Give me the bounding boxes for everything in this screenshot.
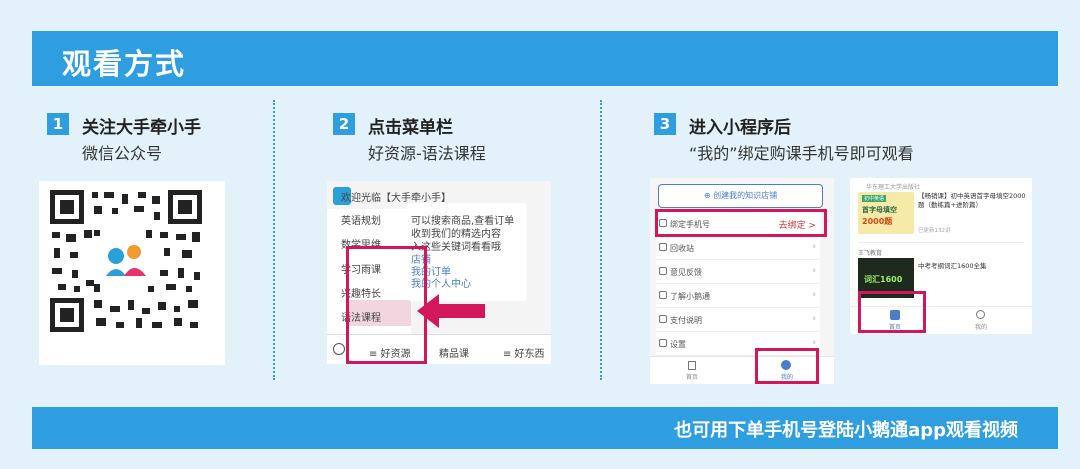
course-thumbnail[interactable]: 初中英语 首字母填空 2000题 bbox=[858, 192, 914, 234]
course-title[interactable]: 中考考纲词汇1600全集 bbox=[918, 260, 987, 270]
divider bbox=[273, 100, 275, 380]
step-title: 进入小程序后 bbox=[689, 118, 791, 138]
highlight-box bbox=[655, 209, 827, 237]
step-badge: 2 bbox=[333, 113, 355, 135]
info-icon bbox=[659, 291, 667, 299]
step-2: 2 点击菜单栏 好资源-语法课程 bbox=[333, 113, 593, 173]
step-subtitle: “我的”绑定购课手机号即可观看 bbox=[689, 144, 914, 163]
user-icon bbox=[976, 310, 985, 319]
tab-home[interactable]: 首页 bbox=[686, 372, 698, 381]
school-name: 华东理工大学出版社 bbox=[866, 184, 921, 191]
step-subtitle: 好资源-语法课程 bbox=[368, 144, 486, 163]
tab-good-things[interactable]: ≡ 好东西 bbox=[503, 345, 545, 360]
miniapp-course-screen: 华东理工大学出版社 初中英语 首字母填空 2000题 【畅销课】初中英语首字母填… bbox=[850, 178, 1032, 334]
arrow-left-icon bbox=[417, 294, 485, 328]
footer-banner: 也可用下单手机号登陆小鹅通app观看视频 bbox=[32, 407, 1058, 449]
settings-row[interactable]: 意见反馈 › bbox=[656, 260, 820, 284]
step-badge: 1 bbox=[47, 113, 69, 135]
gear-icon bbox=[659, 339, 667, 347]
step-title: 点击菜单栏 bbox=[368, 118, 453, 138]
miniapp-my-screen: ⊕ 创建我的知识店铺 绑定手机号 去绑定 > 回收站 › 意见反馈 › 了解小鹅通 ›… bbox=[650, 178, 834, 384]
settings-row[interactable]: 支付说明 › bbox=[656, 308, 820, 332]
chevron-right-icon: › bbox=[812, 266, 816, 276]
chevron-right-icon: › bbox=[812, 242, 816, 252]
mail-icon bbox=[659, 267, 667, 275]
menu-item[interactable]: 英语规划 bbox=[341, 212, 381, 227]
step-title: 关注大手牵小手 bbox=[82, 118, 201, 138]
home-icon bbox=[688, 361, 696, 370]
course-meta: 已更新132讲 bbox=[918, 228, 951, 234]
footer-text: 也可用下单手机号登陆小鹅通app观看视频 bbox=[674, 420, 1018, 441]
divider bbox=[600, 100, 602, 380]
settings-row[interactable]: 回收站 › bbox=[656, 236, 820, 260]
course-title[interactable]: 【畅销课】初中英语首字母填空2000题（勤练篇+进阶篇） bbox=[918, 192, 1026, 210]
chevron-right-icon: › bbox=[812, 314, 816, 324]
keyboard-icon[interactable] bbox=[333, 343, 345, 355]
create-store-button[interactable]: ⊕ 创建我的知识店铺 bbox=[658, 184, 823, 208]
settings-row[interactable]: 了解小鹅通 › bbox=[656, 284, 820, 308]
section-name: 王飞教育 bbox=[858, 250, 883, 257]
divider bbox=[858, 242, 1024, 243]
welcome-text: 欢迎光临【大手牵小手】 bbox=[341, 193, 451, 204]
tab-mine[interactable]: 我的 bbox=[975, 322, 987, 331]
chevron-right-icon: › bbox=[812, 290, 816, 300]
wechat-menu-screenshot: 欢迎光临【大手牵小手】 英语规划 数学思维 学习雨课 兴趣特长 语法课程 可以搜… bbox=[327, 181, 551, 364]
step-1: 1 关注大手牵小手 微信公众号 bbox=[47, 113, 267, 173]
chevron-right-icon: › bbox=[812, 338, 816, 348]
document-icon bbox=[659, 315, 667, 323]
trash-icon bbox=[659, 243, 667, 251]
highlight-box bbox=[346, 246, 427, 364]
tab-quality-courses[interactable]: 精品课 bbox=[439, 345, 469, 360]
step-badge: 3 bbox=[654, 113, 676, 135]
title-banner: 观看方式 bbox=[32, 31, 1058, 86]
highlight-box bbox=[755, 348, 819, 384]
step-3: 3 进入小程序后 “我的”绑定购课手机号即可观看 bbox=[654, 113, 994, 173]
highlight-box bbox=[858, 291, 926, 333]
page-title: 观看方式 bbox=[62, 47, 187, 81]
qr-card bbox=[39, 181, 225, 365]
qr-code-icon bbox=[50, 190, 202, 332]
step-subtitle: 微信公众号 bbox=[82, 144, 163, 163]
